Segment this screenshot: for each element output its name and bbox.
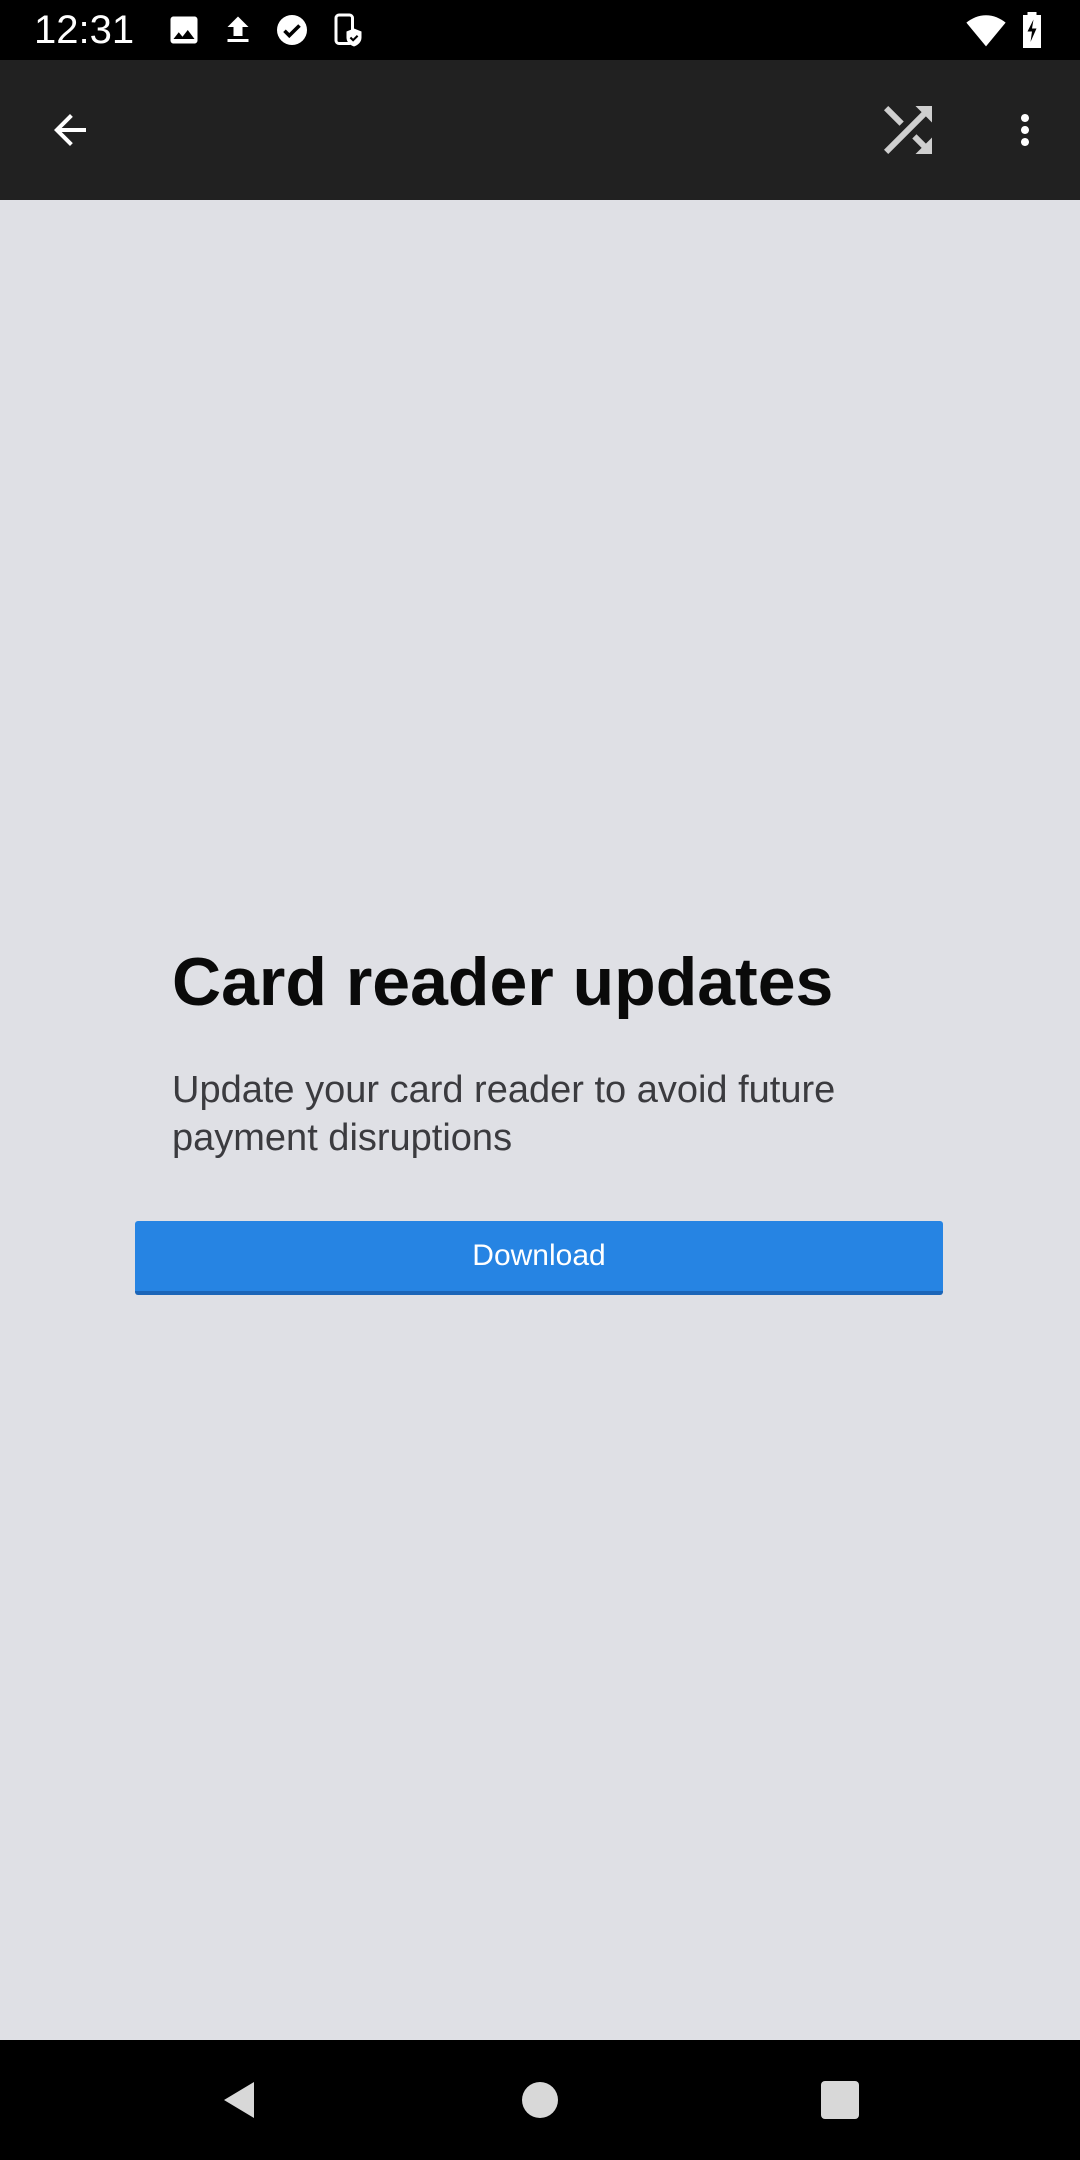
back-button[interactable] [30,90,110,170]
back-arrow-icon [54,114,86,146]
more-vert-icon [1021,114,1029,146]
nav-back-icon [224,2082,254,2118]
check-circle-icon [274,12,310,48]
download-button[interactable]: Download [135,1221,943,1295]
main-content: Card reader updates Update your card rea… [0,200,1080,2040]
app-toolbar [0,60,1080,200]
page-title: Card reader updates [172,944,834,1020]
upload-icon [220,12,256,48]
status-bar: 12:31 [0,0,1080,60]
nav-recents-icon [821,2081,859,2119]
wifi-icon [966,12,1006,48]
image-icon [166,12,202,48]
page-description: Update your card reader to avoid future … [172,1069,836,1159]
shuffle-button[interactable] [868,90,948,170]
battery-charging-icon [1018,12,1046,48]
shuffle-icon [884,106,932,154]
nav-home-button[interactable] [500,2060,580,2140]
nav-back-button[interactable] [200,2060,280,2140]
system-nav-bar [0,2040,1080,2160]
status-time: 12:31 [34,8,135,52]
more-options-button[interactable] [985,90,1065,170]
nav-home-icon [522,2082,558,2118]
device-shield-icon [330,12,366,48]
nav-recents-button[interactable] [800,2060,880,2140]
